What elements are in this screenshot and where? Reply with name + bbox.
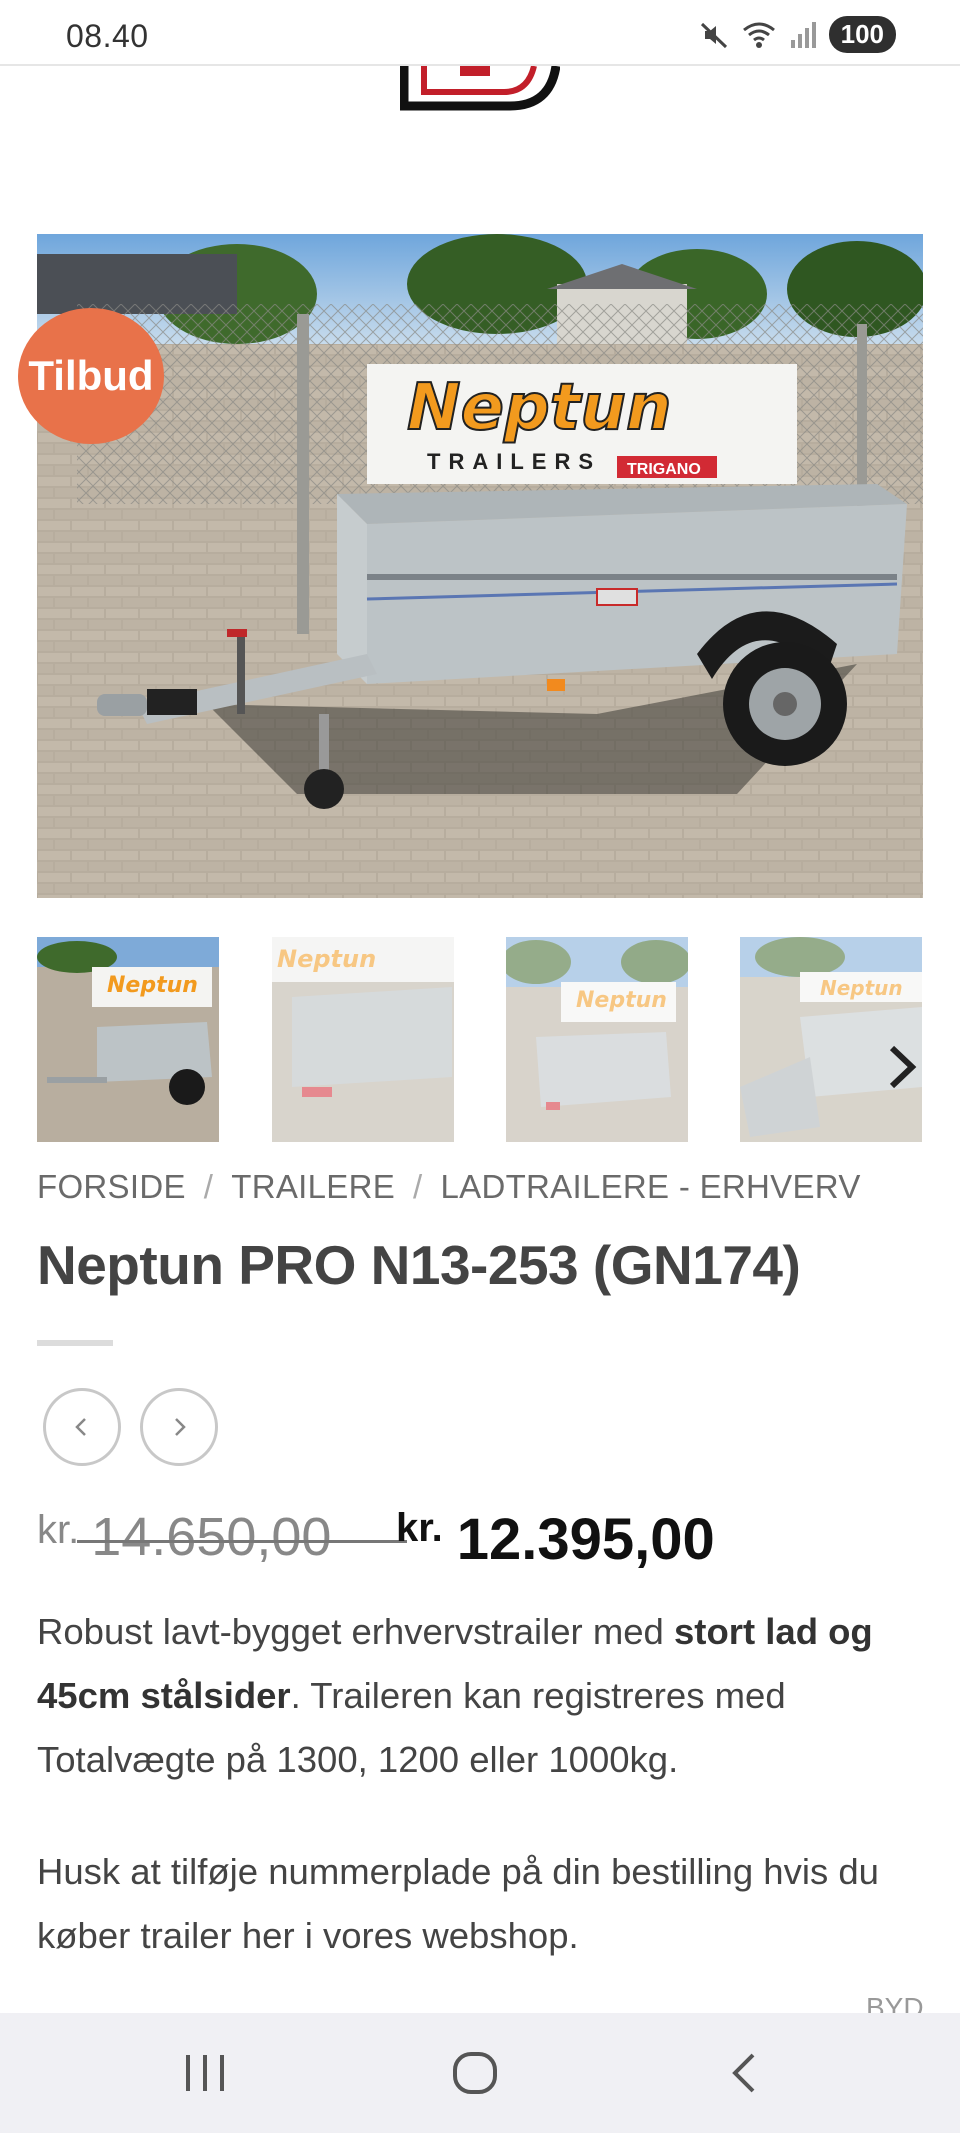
home-icon[interactable] bbox=[450, 2051, 500, 2095]
previous-product-button[interactable] bbox=[43, 1388, 121, 1466]
chevron-right-icon bbox=[175, 1418, 186, 1436]
mute-icon bbox=[700, 22, 727, 48]
breadcrumb-home[interactable]: FORSIDE bbox=[37, 1168, 186, 1206]
next-product-button[interactable] bbox=[140, 1388, 218, 1466]
thumbnail-3[interactable]: Neptun bbox=[506, 937, 688, 1142]
title-divider bbox=[37, 1340, 113, 1346]
license-plate-note: Husk at tilføje nummerplade på din besti… bbox=[37, 1851, 879, 1956]
sale-price: kr. 12.395,00 bbox=[396, 1506, 715, 1573]
old-price-currency: kr. bbox=[37, 1508, 80, 1552]
android-navigation-bar bbox=[0, 2013, 960, 2133]
thumb-sign: Neptun bbox=[820, 976, 903, 1000]
thumb-sign: Neptun bbox=[576, 988, 667, 1013]
sign-brand: Neptun bbox=[407, 371, 672, 445]
chevron-left-icon bbox=[75, 1418, 86, 1436]
back-icon[interactable] bbox=[725, 2051, 765, 2095]
sale-price-currency: kr. bbox=[396, 1506, 443, 1550]
breadcrumb-separator: / bbox=[203, 1168, 214, 1205]
breadcrumb-trailers[interactable]: TRAILERE bbox=[231, 1168, 395, 1206]
status-bar: 08.40 100 bbox=[0, 0, 960, 66]
status-icons: 100 bbox=[699, 16, 896, 53]
thumb-sign: Neptun bbox=[277, 945, 376, 973]
product-main-image[interactable]: Neptun TRAILERS TRIGANO bbox=[37, 234, 923, 898]
breadcrumb-category[interactable]: LADTRAILERE - ERHVERV bbox=[441, 1168, 861, 1206]
strikethrough-line bbox=[77, 1540, 407, 1543]
product-title: Neptun PRO N13-253 (GN174) bbox=[37, 1234, 801, 1296]
thumbnail-2[interactable]: Neptun bbox=[272, 937, 454, 1142]
battery-icon: 100 bbox=[828, 16, 896, 53]
thumbnail-1[interactable]: Neptun bbox=[37, 937, 219, 1142]
breadcrumb: FORSIDE / TRAILERE / LADTRAILERE - ERHVE… bbox=[37, 1168, 861, 1206]
old-price: kr. 14.650,00 bbox=[37, 1506, 407, 1568]
sale-price-amount: 12.395,00 bbox=[456, 1507, 715, 1572]
description-part-1: Robust lavt-bygget erhvervstrailer med bbox=[37, 1611, 674, 1652]
product-description: Robust lavt-bygget erhvervstrailer med s… bbox=[37, 1600, 917, 1792]
thumbnail-next-arrow-icon[interactable] bbox=[880, 1040, 924, 1094]
site-logo[interactable] bbox=[400, 66, 560, 112]
sign-maker: TRIGANO bbox=[627, 461, 701, 478]
sale-badge: Tilbud bbox=[18, 308, 164, 444]
sign-subtitle: TRAILERS bbox=[427, 449, 601, 474]
old-price-amount: 14.650,00 bbox=[91, 1507, 332, 1567]
signal-icon bbox=[790, 21, 816, 48]
breadcrumb-separator: / bbox=[413, 1168, 423, 1205]
recent-apps-icon[interactable] bbox=[180, 2051, 230, 2095]
wifi-icon bbox=[742, 22, 775, 48]
thumb-sign: Neptun bbox=[107, 973, 198, 998]
status-time: 08.40 bbox=[66, 18, 149, 54]
